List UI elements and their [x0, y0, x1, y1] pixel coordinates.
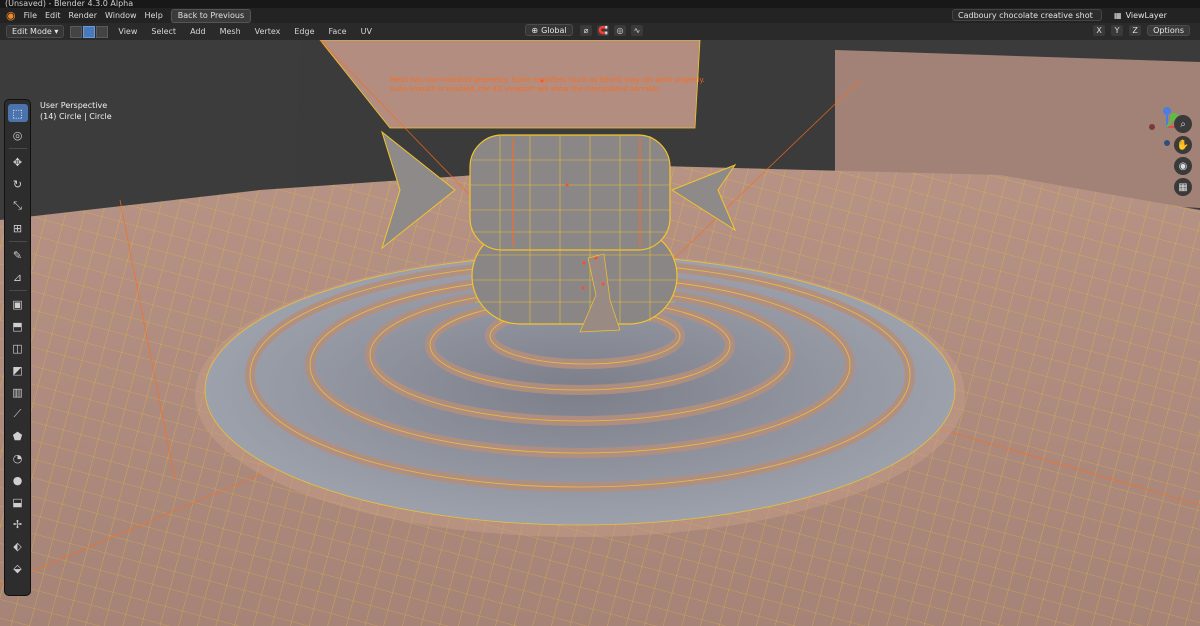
mode-selector[interactable]: Edit Mode ▾ — [6, 25, 65, 38]
rotate-icon[interactable]: ↻ — [7, 175, 28, 193]
bevel-icon[interactable]: ◩ — [7, 361, 28, 379]
header-menu-vertex[interactable]: Vertex — [251, 27, 285, 36]
back-to-previous-button[interactable]: Back to Previous — [170, 8, 252, 23]
toolbar-separator — [8, 241, 27, 242]
blender-logo-icon[interactable]: ◉ — [6, 9, 16, 22]
pivot-icon[interactable]: ⌀ — [580, 25, 592, 36]
menu-window[interactable]: Window — [105, 11, 137, 20]
header-menu-view[interactable]: View — [114, 27, 141, 36]
shrink-fatten-icon[interactable]: ✢ — [7, 515, 28, 533]
tool-shelf: ⬚ ◎ ✥ ↻ ⤡ ⊞ ✎ ⊿ ▣ ⬒ ◫ ◩ ▥ ⟋ ⬟ ◔ ● ⬓ ✢ ⬖ … — [5, 100, 30, 595]
header-menu-mesh[interactable]: Mesh — [216, 27, 245, 36]
snap-icon[interactable]: 🧲 — [597, 25, 609, 36]
view-layer-name: ViewLayer — [1125, 10, 1167, 20]
header-menu-select[interactable]: Select — [147, 27, 180, 36]
snap-tools: ⌀ 🧲 ◎ ∿ — [580, 25, 643, 36]
scale-icon[interactable]: ⤡ — [7, 197, 28, 215]
poly-build-icon[interactable]: ⬟ — [7, 427, 28, 445]
edge-select-mode-button[interactable] — [83, 25, 96, 38]
proportional-edit-icon[interactable]: ◎ — [614, 25, 626, 36]
mirror-x-button[interactable]: X — [1093, 25, 1106, 36]
window-title: (Unsaved) - Blender 4.3.0 Alpha — [5, 0, 134, 8]
viewport-info: User Perspective (14) Circle | Circle — [40, 100, 112, 122]
view-layer-icon: ▦ — [1114, 10, 1122, 20]
annotate-icon[interactable]: ✎ — [7, 246, 28, 264]
menu-render[interactable]: Render — [69, 11, 97, 20]
selection-mode-group — [70, 25, 109, 38]
rip-region-icon[interactable]: ⬙ — [7, 559, 28, 577]
options-button[interactable]: Options — [1147, 25, 1190, 36]
inset-faces-icon[interactable]: ◫ — [7, 339, 28, 357]
perspective-label: User Perspective — [40, 101, 108, 110]
edit-mode-label: Edit Mode — [12, 27, 52, 36]
toolbar-separator — [8, 148, 27, 149]
header-menu-edge[interactable]: Edge — [290, 27, 318, 36]
face-select-mode-button[interactable] — [96, 25, 109, 38]
viewport-header: Edit Mode ▾ View Select Add Mesh Vertex … — [0, 23, 1200, 40]
transform-orientation-dropdown[interactable]: ⊕ Global — [525, 24, 573, 36]
knife-icon[interactable]: ⟋ — [7, 405, 28, 423]
shear-icon[interactable]: ⬖ — [7, 537, 28, 555]
header-right-controls: X Y Z Options — [1093, 25, 1190, 36]
zoom-icon[interactable]: ⌕ — [1174, 115, 1192, 133]
extrude-region-icon[interactable]: ⬒ — [7, 317, 28, 335]
scene-name: Cadboury chocolate creative shot — [958, 10, 1093, 20]
mirror-y-button[interactable]: Y — [1111, 25, 1124, 36]
warning-line-1: Mesh has non-manifold geometry. Some mod… — [390, 76, 705, 84]
falloff-icon[interactable]: ∿ — [631, 25, 643, 36]
header-menu-add[interactable]: Add — [186, 27, 210, 36]
window-titlebar: (Unsaved) - Blender 4.3.0 Alpha — [0, 0, 1200, 8]
scene-render — [0, 40, 1200, 626]
edge-slide-icon[interactable]: ⬓ — [7, 493, 28, 511]
active-object-label: (14) Circle | Circle — [40, 112, 112, 121]
measure-icon[interactable]: ⊿ — [7, 268, 28, 286]
view-layer-selector[interactable]: ▦ ViewLayer — [1114, 9, 1182, 21]
viewport-warning: Mesh has non-manifold geometry. Some mod… — [390, 76, 710, 94]
orientation-label: Global — [541, 25, 567, 35]
transform-icon[interactable]: ⊞ — [7, 219, 28, 237]
scene-selector[interactable]: Cadboury chocolate creative shot — [952, 9, 1102, 21]
orientation-icon: ⊕ — [531, 25, 539, 35]
ortho-toggle-icon[interactable]: ▦ — [1174, 178, 1192, 196]
select-box-icon[interactable]: ⬚ — [7, 104, 28, 122]
pan-icon[interactable]: ✋ — [1174, 136, 1192, 154]
mirror-z-button[interactable]: Z — [1129, 25, 1142, 36]
menu-help[interactable]: Help — [145, 11, 163, 20]
dropdown-arrow-icon: ▾ — [54, 27, 59, 36]
cursor-icon[interactable]: ◎ — [7, 126, 28, 144]
vertex-select-mode-button[interactable] — [70, 25, 83, 38]
add-cube-icon[interactable]: ▣ — [7, 295, 28, 313]
3d-viewport[interactable]: User Perspective (14) Circle | Circle Me… — [0, 40, 1200, 626]
loop-cut-icon[interactable]: ▥ — [7, 383, 28, 401]
menu-file[interactable]: File — [24, 11, 37, 20]
toolbar-separator — [8, 290, 27, 291]
header-menu-uv[interactable]: UV — [357, 27, 376, 36]
spin-icon[interactable]: ◔ — [7, 449, 28, 467]
move-icon[interactable]: ✥ — [7, 153, 28, 171]
warning-line-2: Auto-Smooth is enabled, the 3D viewport … — [390, 85, 661, 93]
smooth-icon[interactable]: ● — [7, 471, 28, 489]
menu-edit[interactable]: Edit — [45, 11, 61, 20]
header-menu-face[interactable]: Face — [325, 27, 351, 36]
camera-view-icon[interactable]: ◉ — [1174, 157, 1192, 175]
